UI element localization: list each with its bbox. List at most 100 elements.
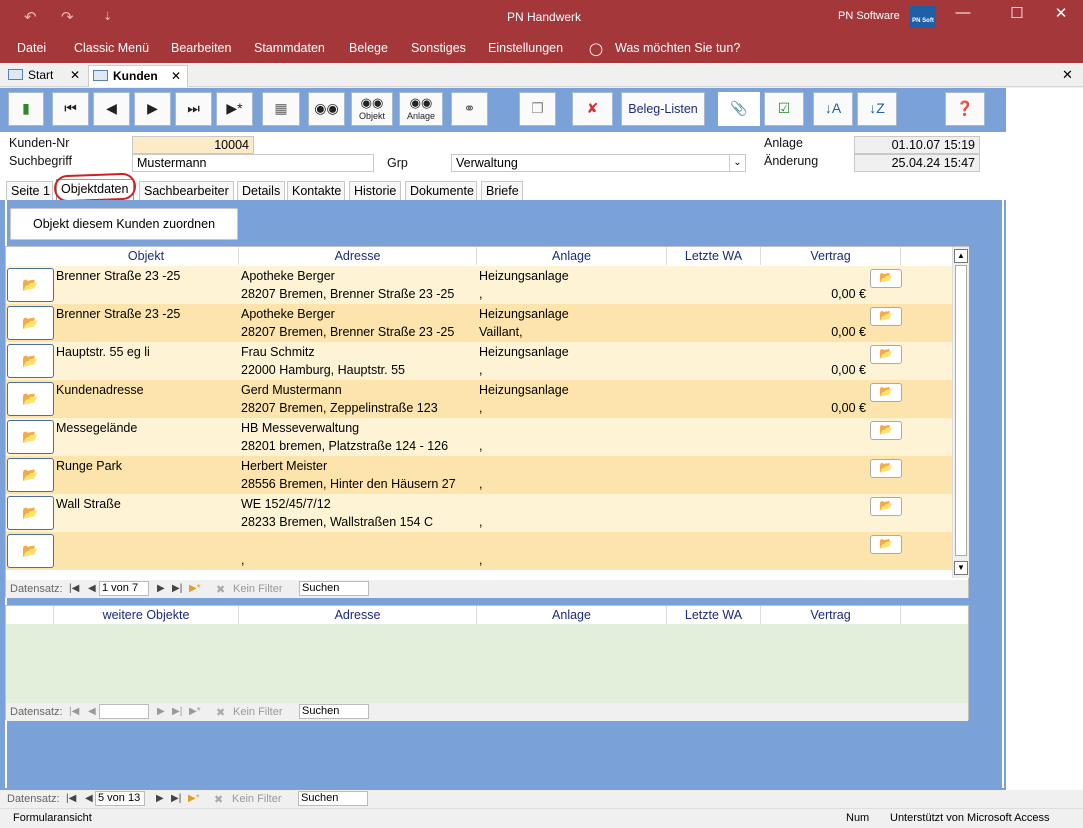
table-row-new[interactable]: 📂 , , 📂: [6, 532, 952, 570]
kunden-nr-field[interactable]: 10004: [132, 136, 254, 154]
sort-ascending-button[interactable]: ↓A: [813, 92, 853, 126]
col-letzte-wa[interactable]: Letzte WA: [667, 247, 761, 265]
vertical-scrollbar[interactable]: ▲ ▼: [952, 247, 969, 578]
open-contract-button[interactable]: 📂: [870, 383, 902, 402]
tab-start[interactable]: Start ✕: [4, 65, 86, 87]
first-record-icon[interactable]: |◀: [69, 706, 79, 717]
open-object-button[interactable]: 📂: [7, 496, 54, 530]
tab-kunden[interactable]: Kunden ✕: [88, 65, 188, 87]
menu-stammdaten[interactable]: Stammdaten: [254, 41, 325, 55]
table-view-button[interactable]: ▦: [262, 92, 300, 126]
tab-kontakte[interactable]: Kontakte: [287, 181, 345, 200]
tell-me-search[interactable]: Was möchten Sie tun?: [615, 41, 740, 55]
new-record-button[interactable]: ▶*: [216, 92, 253, 126]
tab-briefe[interactable]: Briefe: [481, 181, 523, 200]
menu-sonstiges[interactable]: Sonstiges: [411, 41, 466, 55]
table-row[interactable]: 📂 Brenner Straße 23 -25 Apotheke Berger …: [6, 266, 952, 304]
open-contract-button[interactable]: 📂: [870, 345, 902, 364]
checklist-button[interactable]: ☑: [764, 92, 804, 126]
open-object-button[interactable]: 📂: [7, 458, 54, 492]
scroll-up-icon[interactable]: ▲: [954, 249, 968, 263]
table-row[interactable]: 📂 Runge Park Herbert Meister 28556 Breme…: [6, 456, 952, 494]
col-letzte-wa[interactable]: Letzte WA: [667, 606, 761, 624]
chevron-down-icon[interactable]: ⌄: [729, 155, 745, 171]
next-record-icon[interactable]: ▶: [156, 793, 164, 804]
filter-status[interactable]: Kein Filter: [233, 706, 283, 718]
close-tab-start-icon[interactable]: ✕: [70, 68, 80, 82]
open-contract-button[interactable]: 📂: [870, 421, 902, 440]
record-search-input[interactable]: Suchen: [298, 791, 368, 806]
open-object-button[interactable]: 📂: [7, 420, 54, 454]
search-anlage-button[interactable]: ◉◉ Anlage: [399, 92, 443, 126]
open-contract-button[interactable]: 📂: [870, 459, 902, 478]
scroll-thumb[interactable]: [955, 265, 967, 556]
search-object-button[interactable]: ◉◉ Objekt: [351, 92, 393, 126]
filter-status[interactable]: Kein Filter: [232, 793, 282, 805]
open-object-button[interactable]: 📂: [7, 344, 54, 378]
new-record-icon[interactable]: ▶*: [189, 706, 201, 717]
menu-datei[interactable]: Datei: [17, 41, 46, 55]
last-record-icon[interactable]: ▶|: [172, 706, 182, 717]
record-position-input[interactable]: 5 von 13: [95, 791, 145, 806]
tab-historie[interactable]: Historie: [349, 181, 401, 200]
table-row[interactable]: 📂 Hauptstr. 55 eg li Frau Schmitz 22000 …: [6, 342, 952, 380]
delete-button[interactable]: ✘: [572, 92, 613, 126]
exit-button[interactable]: ▮: [8, 92, 44, 126]
col-vertrag[interactable]: Vertrag: [761, 247, 901, 265]
first-record-button[interactable]: ⏮: [52, 92, 89, 126]
open-object-button[interactable]: 📂: [7, 306, 54, 340]
scroll-down-icon[interactable]: ▼: [954, 561, 968, 575]
col-vertrag[interactable]: Vertrag: [761, 606, 901, 624]
tab-details[interactable]: Details: [237, 181, 285, 200]
col-adresse[interactable]: Adresse: [239, 247, 477, 265]
tab-seite-1[interactable]: Seite 1: [6, 181, 53, 200]
open-object-button[interactable]: 📂: [7, 382, 54, 416]
col-adresse[interactable]: Adresse: [239, 606, 477, 624]
minimize-button[interactable]: —: [948, 4, 978, 21]
assign-object-button[interactable]: Objekt diesem Kunden zuordnen: [10, 208, 238, 240]
first-record-icon[interactable]: |◀: [69, 583, 79, 594]
next-record-icon[interactable]: ▶: [157, 706, 165, 717]
previous-record-button[interactable]: ◀: [93, 92, 130, 126]
help-button[interactable]: ❓: [945, 92, 985, 126]
col-weitere-objekte[interactable]: weitere Objekte: [54, 606, 239, 624]
table-row[interactable]: 📂 Brenner Straße 23 -25 Apotheke Berger …: [6, 304, 952, 342]
table-row[interactable]: 📂 Wall Straße WE 152/45/7/12 28233 Breme…: [6, 494, 952, 532]
copy-button[interactable]: ❐: [519, 92, 556, 126]
record-search-input[interactable]: Suchen: [299, 704, 369, 719]
table-row[interactable]: 📂 Kundenadresse Gerd Mustermann 28207 Br…: [6, 380, 952, 418]
table-row[interactable]: 📂 Messegelände HB Messeverwaltung 28201 …: [6, 418, 952, 456]
col-objekt[interactable]: Objekt: [54, 247, 239, 265]
open-contract-button[interactable]: 📂: [870, 269, 902, 288]
close-window-button[interactable]: ✕: [1046, 4, 1076, 22]
last-record-icon[interactable]: ▶|: [172, 583, 182, 594]
new-record-icon[interactable]: ▶*: [189, 583, 201, 594]
col-anlage[interactable]: Anlage: [477, 606, 667, 624]
previous-record-icon[interactable]: ◀: [88, 583, 96, 594]
open-contract-button[interactable]: 📂: [870, 497, 902, 516]
suchbegriff-input[interactable]: Mustermann: [132, 154, 374, 172]
maximize-button[interactable]: ☐: [1002, 4, 1032, 22]
next-record-icon[interactable]: ▶: [157, 583, 165, 594]
open-object-button[interactable]: 📂: [7, 268, 54, 302]
record-position-input[interactable]: [99, 704, 149, 719]
new-record-icon[interactable]: ▶*: [188, 793, 200, 804]
previous-record-icon[interactable]: ◀: [88, 706, 96, 717]
close-form-icon[interactable]: ✕: [1062, 67, 1073, 83]
beleg-listen-button[interactable]: Beleg-Listen: [621, 92, 705, 126]
close-tab-kunden-icon[interactable]: ✕: [171, 69, 181, 83]
next-record-button[interactable]: ▶: [134, 92, 171, 126]
redo-icon[interactable]: ↷: [61, 8, 74, 26]
grp-select[interactable]: Verwaltung ⌄: [451, 154, 746, 172]
open-object-button[interactable]: 📂: [7, 534, 54, 568]
open-contract-button[interactable]: 📂: [870, 535, 902, 554]
menu-bearbeiten[interactable]: Bearbeiten: [171, 41, 231, 55]
filter-status[interactable]: Kein Filter: [233, 583, 283, 595]
search-button[interactable]: ◉◉: [308, 92, 345, 126]
tab-dokumente[interactable]: Dokumente: [405, 181, 477, 200]
preview-button[interactable]: ⚭: [451, 92, 488, 126]
first-record-icon[interactable]: |◀: [66, 793, 76, 804]
open-contract-button[interactable]: 📂: [870, 307, 902, 326]
previous-record-icon[interactable]: ◀: [85, 793, 93, 804]
attachment-button[interactable]: 📎: [718, 92, 760, 126]
